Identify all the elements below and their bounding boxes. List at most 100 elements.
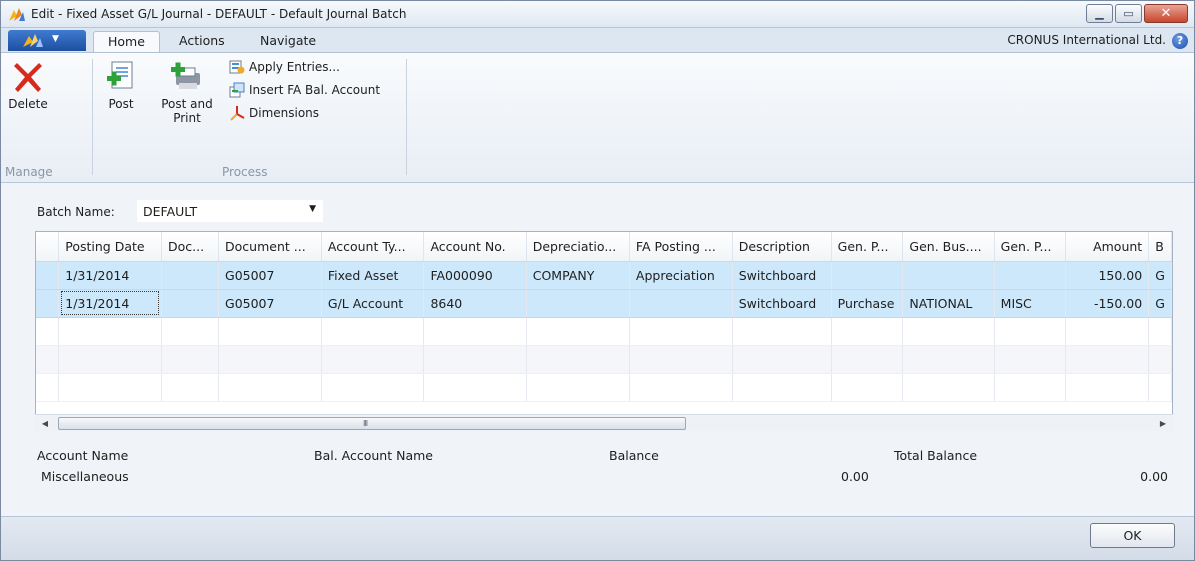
table-cell[interactable]: G05007 (218, 289, 322, 318)
maximize-button[interactable]: ▭ (1115, 4, 1142, 23)
close-icon: ✕ (1160, 6, 1172, 21)
batch-name-select[interactable]: DEFAULT ▼ (137, 200, 323, 222)
table-cell[interactable] (902, 261, 995, 290)
column-header[interactable]: FA Posting ... (629, 232, 733, 262)
column-header[interactable]: Amount (1065, 232, 1150, 262)
table-cell[interactable]: COMPANY (526, 261, 630, 290)
scrollbar-thumb[interactable]: III (58, 417, 686, 430)
group-separator (92, 59, 93, 175)
column-header[interactable]: Posting Date (58, 232, 162, 262)
batch-name-label: Batch Name: (37, 205, 115, 219)
post-and-print-label-line1: Post and (161, 97, 213, 111)
process-group-label: Process (222, 165, 268, 179)
table-cell[interactable]: Purchase (831, 289, 904, 318)
table-row[interactable] (36, 317, 1172, 346)
column-header[interactable]: Document ... (218, 232, 322, 262)
table-cell[interactable]: 8640 (423, 289, 527, 318)
minimize-button[interactable]: ▁ (1086, 4, 1113, 23)
dimensions-label: Dimensions (249, 106, 320, 120)
column-header[interactable]: Gen. P... (831, 232, 904, 262)
app-icon (9, 8, 25, 21)
table-cell[interactable] (831, 261, 904, 290)
table-cell[interactable] (161, 289, 220, 318)
table-cell[interactable]: -150.00 (1065, 289, 1150, 318)
window-title: Edit - Fixed Asset G/L Journal - DEFAULT… (31, 7, 407, 21)
scrollbar-grip: III (363, 419, 368, 428)
column-header[interactable]: Gen. P... (994, 232, 1066, 262)
group-separator (406, 59, 407, 175)
tab-actions-label: Actions (179, 33, 225, 48)
column-header[interactable]: Depreciatio... (526, 232, 630, 262)
row-selector[interactable] (36, 289, 60, 318)
column-header[interactable]: Account Ty... (321, 232, 425, 262)
table-cell[interactable]: Fixed Asset (321, 261, 425, 290)
grid-header-row: Posting Date Doc... Document ... Account… (36, 232, 1172, 262)
table-cell[interactable]: G05007 (218, 261, 322, 290)
table-cell[interactable]: Switchboard (732, 261, 832, 290)
table-cell[interactable]: MISC (994, 289, 1066, 318)
journal-lines-table: Posting Date Doc... Document ... Account… (36, 232, 1172, 402)
column-header[interactable]: Account No. (423, 232, 527, 262)
total-balance-label: Total Balance (894, 448, 978, 463)
insert-fa-icon (229, 82, 245, 98)
tab-actions[interactable]: Actions (165, 31, 239, 52)
table-cell[interactable]: 1/31/2014 (58, 289, 162, 318)
table-cell[interactable]: 150.00 (1065, 261, 1150, 290)
chevron-down-icon[interactable]: ▼ (309, 204, 316, 214)
scroll-right-icon[interactable]: ▶ (1155, 417, 1171, 430)
table-cell[interactable]: Switchboard (732, 289, 832, 318)
post-button[interactable]: Post (101, 59, 141, 111)
table-cell[interactable]: G (1148, 261, 1172, 290)
app-menu-icon (23, 34, 43, 47)
window-controls: ▁ ▭ ✕ (1086, 4, 1188, 23)
tab-navigate[interactable]: Navigate (246, 31, 330, 52)
table-cell[interactable]: FA000090 (423, 261, 527, 290)
tab-home-label: Home (108, 34, 145, 49)
column-header[interactable]: Description (732, 232, 832, 262)
table-cell[interactable]: Appreciation (629, 261, 733, 290)
apply-entries-button[interactable]: Apply Entries... (229, 59, 340, 75)
table-row[interactable] (36, 373, 1172, 402)
close-button[interactable]: ✕ (1144, 4, 1188, 23)
total-balance-value: 0.00 (1140, 469, 1168, 484)
table-cell[interactable] (526, 289, 630, 318)
scroll-left-icon[interactable]: ◀ (37, 417, 53, 430)
row-selector[interactable] (36, 261, 60, 290)
horizontal-scrollbar[interactable]: ◀ III ▶ (35, 414, 1173, 431)
dialog-button-bar (1, 516, 1194, 560)
dimensions-button[interactable]: Dimensions (229, 105, 319, 121)
column-header[interactable]: Gen. Bus.... (902, 232, 995, 262)
table-cell[interactable]: G (1148, 289, 1172, 318)
help-icon[interactable]: ? (1172, 33, 1188, 49)
balance-value: 0.00 (841, 469, 869, 484)
insert-fa-bal-account-button[interactable]: Insert FA Bal. Account (229, 82, 380, 98)
tab-home[interactable]: Home (93, 31, 160, 52)
post-and-print-button[interactable]: Post and Print (156, 59, 218, 125)
row-selector-header (36, 232, 60, 262)
delete-icon (14, 63, 42, 92)
ok-button[interactable]: OK (1090, 523, 1175, 548)
table-cell[interactable] (629, 289, 733, 318)
account-name-label: Account Name (37, 448, 129, 463)
account-name-value: Miscellaneous (41, 469, 129, 484)
ribbon-home: Delete Manage Post Post and Print Apply … (1, 52, 1194, 183)
table-cell[interactable]: G/L Account (321, 289, 425, 318)
table-cell[interactable]: NATIONAL (902, 289, 995, 318)
table-row[interactable] (36, 345, 1172, 374)
table-cell[interactable] (994, 261, 1066, 290)
table-cell[interactable]: 1/31/2014 (58, 261, 162, 290)
table-cell[interactable] (161, 261, 220, 290)
table-row[interactable]: 1/31/2014 G05007 Fixed Asset FA000090 CO… (36, 261, 1172, 290)
bal-account-name-label: Bal. Account Name (314, 448, 433, 463)
application-menu-button[interactable]: ▼ (8, 30, 86, 51)
column-header[interactable]: Doc... (161, 232, 220, 262)
column-header[interactable]: B (1148, 232, 1172, 262)
apply-entries-icon (229, 60, 245, 74)
post-icon (107, 61, 133, 89)
ribbon-tab-strip: ▼ Home Actions Navigate CRONUS Internati… (1, 28, 1194, 52)
apply-entries-label: Apply Entries... (249, 60, 340, 74)
table-row[interactable]: 1/31/2014 G05007 G/L Account 8640 Switch… (36, 289, 1172, 318)
minimize-icon: ▁ (1095, 7, 1104, 20)
delete-button[interactable]: Delete (5, 59, 51, 111)
manage-group-label: Manage (5, 165, 53, 179)
